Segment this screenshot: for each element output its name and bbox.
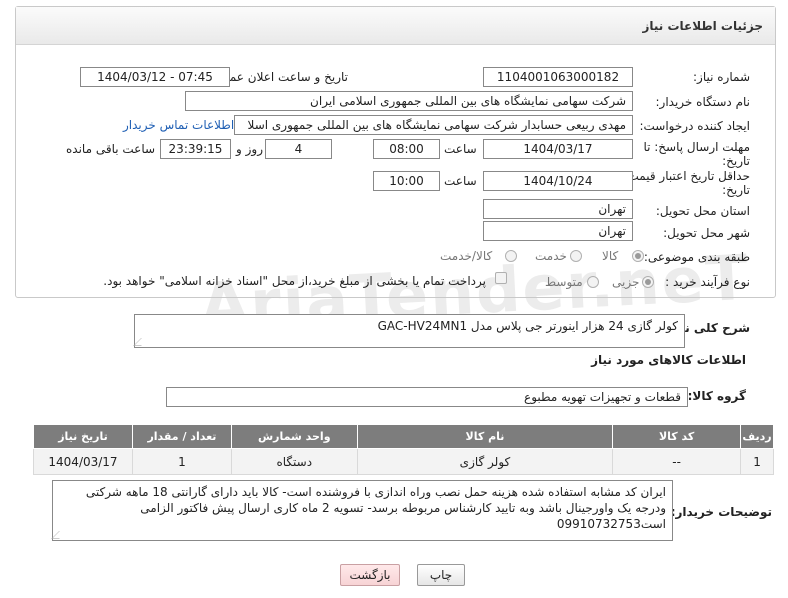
category-option-both: کالا/خدمت	[440, 249, 493, 263]
deadline-label: مهلت ارسال پاسخ: تا تاریخ:	[643, 140, 750, 168]
process-label: نوع فرآیند خرید :	[665, 275, 750, 289]
city-label: شهر محل تحویل:	[663, 226, 750, 240]
cell-qty: 1	[132, 448, 232, 475]
deadline-date-field: 1404/03/17	[483, 139, 633, 159]
announce-field: 1404/03/12 - 07:45	[80, 67, 230, 87]
remaining-label: ساعت باقی مانده	[66, 142, 156, 156]
process-minor-radio[interactable]	[642, 276, 654, 288]
back-button[interactable]: بازگشت	[340, 564, 400, 586]
category-option-service: خدمت	[535, 249, 567, 263]
creator-label: ایجاد کننده درخواست:	[639, 119, 750, 133]
resize-handle-icon[interactable]	[51, 531, 67, 539]
need-number-field: 1104001063000182	[483, 67, 633, 87]
col-header-code: کد کالا	[612, 424, 742, 449]
category-service-radio[interactable]	[570, 250, 582, 262]
resize-handle-icon[interactable]	[133, 338, 149, 346]
buyer-org-field: شرکت سهامی نمایشگاه های بین المللی جمهور…	[185, 91, 633, 111]
buyer-notes-field: ایران کد مشابه استفاده شده هزینه حمل نصب…	[51, 480, 673, 541]
items-table: ردیف کد کالا نام کالا واحد شمارش تعداد /…	[33, 424, 774, 475]
col-header-qty: تعداد / مقدار	[132, 424, 232, 449]
cell-row: 1	[740, 448, 774, 475]
category-goods-radio[interactable]	[632, 250, 644, 262]
payment-note: پرداخت تمام یا بخشی از مبلغ خرید،از محل …	[103, 274, 486, 288]
col-header-date: تاریخ نیاز	[33, 424, 133, 449]
province-label: استان محل تحویل:	[655, 204, 750, 218]
print-button[interactable]: چاپ	[417, 564, 465, 586]
price-deadline-date-field: 1404/10/24	[483, 171, 633, 191]
city-field: تهران	[483, 221, 633, 241]
goods-group-label: گروه کالا:	[687, 389, 746, 403]
panel-header: جزئیات اطلاعات نیاز	[16, 7, 775, 45]
days-remaining-field: 4	[265, 139, 332, 159]
remaining-time-field: 23:39:15	[160, 139, 231, 159]
col-header-row: ردیف	[740, 424, 774, 449]
days-label: روز و	[236, 142, 263, 156]
cell-code: --	[612, 448, 742, 475]
price-time-label: ساعت	[444, 174, 477, 188]
need-number-label: شماره نیاز:	[693, 70, 750, 84]
category-both-radio[interactable]	[505, 250, 517, 262]
category-label: طبقه بندی موضوعی:	[643, 250, 750, 264]
price-deadline-time-field: 10:00	[373, 171, 440, 191]
creator-field: مهدی ربیعی حسابدار شرکت سهامی نمایشگاه ه…	[234, 115, 633, 135]
description-field: کولر گازی 24 هزار اینورتر جی پلاس مدل GA…	[133, 314, 685, 348]
table-row: 1 -- کولر گازی دستگاه 1 1404/03/17	[33, 448, 774, 475]
cell-name: کولر گازی	[356, 448, 614, 475]
category-option-goods: کالا	[602, 249, 619, 263]
goods-info-heading: اطلاعات کالاهای مورد نیاز	[591, 353, 746, 367]
col-header-name: نام کالا	[356, 424, 614, 449]
buyer-org-label: نام دستگاه خریدار:	[655, 95, 751, 109]
treasury-payment-checkbox[interactable]	[495, 272, 507, 284]
panel-title: جزئیات اطلاعات نیاز	[642, 19, 763, 33]
process-option-minor: جزیی	[612, 275, 640, 289]
deadline-time-label: ساعت	[444, 142, 477, 156]
goods-group-field: قطعات و تجهیزات تهویه مطبوع	[166, 387, 688, 407]
province-field: تهران	[483, 199, 633, 219]
process-option-medium: متوسط	[545, 275, 583, 289]
description-text: کولر گازی 24 هزار اینورتر جی پلاس مدل GA…	[377, 319, 678, 333]
buyer-contact-link[interactable]: اطلاعات تماس خریدار	[123, 118, 234, 132]
buyer-notes-text: ایران کد مشابه استفاده شده هزینه حمل نصب…	[85, 485, 666, 531]
cell-unit: دستگاه	[230, 448, 358, 475]
process-medium-radio[interactable]	[587, 276, 599, 288]
buyer-notes-label: توضیحات خریدار:	[670, 505, 772, 519]
cell-date: 1404/03/17	[33, 448, 133, 475]
deadline-time-field: 08:00	[373, 139, 440, 159]
col-header-unit: واحد شمارش	[230, 424, 358, 449]
table-header-row: ردیف کد کالا نام کالا واحد شمارش تعداد /…	[33, 424, 774, 449]
